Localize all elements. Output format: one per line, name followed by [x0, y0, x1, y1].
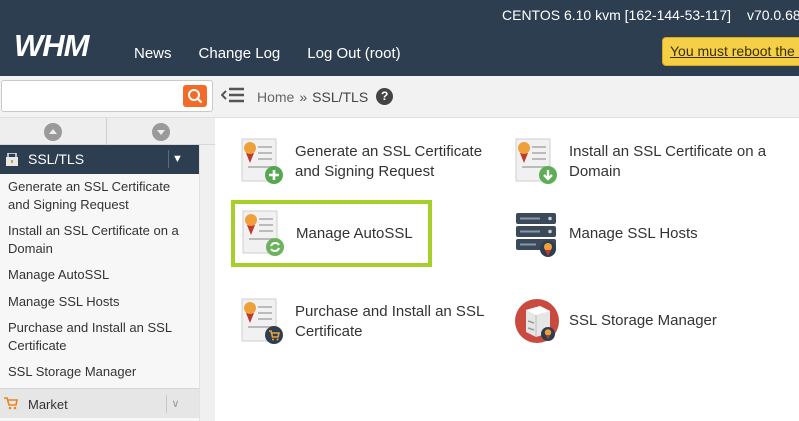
server-info: CENTOS 6.10 kvm [162-144-53-117] v70.0.6…	[502, 7, 799, 23]
sidebar-item-manage-autossl[interactable]: Manage AutoSSL	[0, 262, 199, 289]
sidebar-item-purchase-ssl[interactable]: Purchase and Install an SSL Certificate	[0, 315, 199, 359]
breadcrumb-home-link[interactable]: Home	[257, 89, 294, 105]
certificate-download-icon	[514, 137, 560, 187]
sidebar-item-install-ssl[interactable]: Install an SSL Certificate on a Domain	[0, 218, 199, 262]
tile-label: Generate an SSL Certificate and Signing …	[295, 143, 483, 180]
help-icon[interactable]: ?	[376, 88, 394, 105]
certificate-add-icon	[240, 137, 286, 187]
certificate-cart-icon	[240, 297, 286, 347]
cart-icon	[4, 397, 18, 410]
tile-ssl-storage-manager[interactable]: SSL Storage Manager	[514, 296, 784, 346]
tile-label: Purchase and Install an SSL Certificate	[295, 303, 484, 340]
sidebar-item-ssl-storage[interactable]: SSL Storage Manager	[0, 359, 199, 386]
tile-label: Manage AutoSSL	[296, 224, 413, 242]
chevron-down-icon	[152, 123, 170, 141]
sidebar-section-label: SSL/TLS	[28, 151, 85, 167]
breadcrumb: Home » SSL/TLS ?	[257, 88, 394, 105]
search-button[interactable]	[183, 85, 207, 107]
whm-logo[interactable]: WHM	[14, 28, 114, 64]
tile-label: Install an SSL Certificate on a Domain	[569, 143, 767, 180]
tile-manage-autossl[interactable]: Manage AutoSSL	[231, 200, 432, 267]
server-hostname: CENTOS 6.10 kvm [162-144-53-117]	[502, 7, 732, 23]
whm-version: v70.0.68	[746, 7, 799, 23]
sidebar-scroll-down-button[interactable]	[107, 118, 214, 145]
nav-logout-link[interactable]: Log Out (root)	[307, 45, 400, 62]
sidebar-section-ssl-tls[interactable]: SSL/TLS ▼	[0, 145, 199, 174]
sidebar-scroll-controls	[0, 118, 215, 145]
sidebar-item-generate-ssl[interactable]: Generate an SSL Certificate and Signing …	[0, 174, 199, 218]
tile-generate-ssl[interactable]: Generate an SSL Certificate and Signing …	[240, 137, 510, 187]
sidebar-scroll-up-button[interactable]	[0, 118, 107, 145]
top-nav: News Change Log Log Out (root)	[134, 45, 428, 62]
search-icon	[188, 89, 203, 104]
breadcrumb-separator: »	[299, 88, 308, 105]
top-header: WHM News Change Log Log Out (root) CENTO…	[0, 0, 799, 76]
sidebar-scrollbar[interactable]	[199, 145, 215, 421]
tile-install-ssl[interactable]: Install an SSL Certificate on a Domain	[514, 137, 784, 187]
sidebar-section-market[interactable]: Market ∨	[0, 388, 199, 418]
tile-label: SSL Storage Manager	[569, 312, 717, 329]
chevron-down-icon[interactable]: ∨	[166, 395, 184, 413]
nav-news-link[interactable]: News	[134, 45, 172, 62]
tile-manage-ssl-hosts[interactable]: Manage SSL Hosts	[514, 209, 784, 259]
svg-text:WHM: WHM	[14, 28, 91, 63]
chevron-down-icon[interactable]: ▼	[168, 150, 186, 168]
sidebar-item-manage-ssl-hosts[interactable]: Manage SSL Hosts	[0, 289, 199, 316]
tile-purchase-ssl[interactable]: Purchase and Install an SSL Certificate	[240, 297, 510, 347]
chevron-up-icon	[44, 123, 62, 141]
reboot-required-banner[interactable]: You must reboot the server	[662, 37, 799, 66]
toolbar-row	[0, 76, 799, 118]
nav-change-log-link[interactable]: Change Log	[199, 45, 281, 62]
certificate-refresh-icon	[241, 209, 287, 259]
breadcrumb-current: SSL/TLS	[312, 88, 369, 105]
collapse-menu-icon[interactable]	[221, 85, 245, 105]
sidebar: SSL/TLS ▼ Generate an SSL Certificate an…	[0, 118, 215, 421]
storage-cabinet-icon	[514, 296, 560, 346]
tile-label: Manage SSL Hosts	[569, 225, 698, 242]
lock-icon	[6, 153, 18, 166]
sidebar-section-label: Market	[28, 397, 68, 412]
server-certificate-icon	[514, 209, 560, 259]
search-input[interactable]	[1, 80, 213, 112]
sidebar-list: Generate an SSL Certificate and Signing …	[0, 174, 199, 386]
